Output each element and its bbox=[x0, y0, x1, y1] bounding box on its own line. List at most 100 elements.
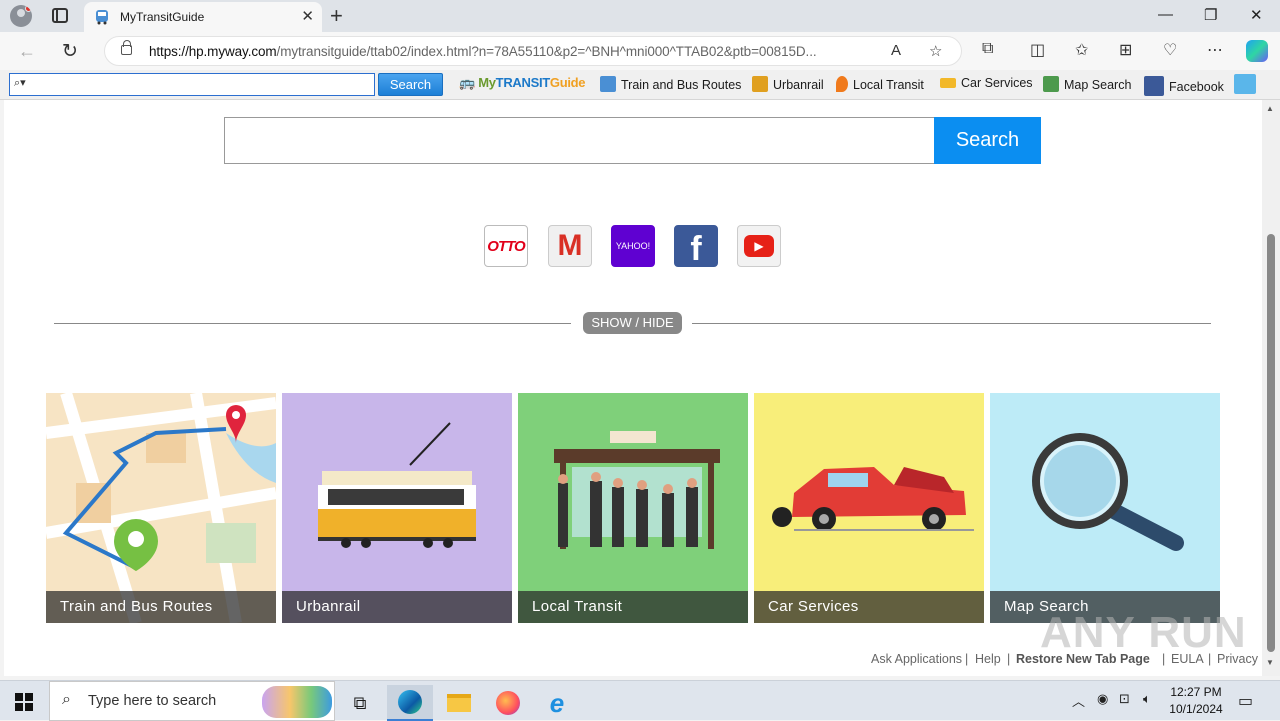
toolbar-item-label: Facebook bbox=[1169, 80, 1224, 94]
weather-icon[interactable] bbox=[1234, 74, 1256, 94]
youtube-shortcut[interactable]: ▶ bbox=[737, 225, 781, 267]
lock-icon[interactable] bbox=[121, 40, 132, 55]
logo-part-guide: Guide bbox=[549, 75, 586, 90]
minimize-button[interactable]: — bbox=[1158, 6, 1173, 23]
scrollbar-thumb[interactable] bbox=[1267, 234, 1275, 652]
url-text: https://hp.myway.com/mytransitguide/ttab… bbox=[149, 44, 817, 59]
car-icon bbox=[940, 78, 956, 88]
copilot-icon[interactable] bbox=[1246, 40, 1268, 62]
footer-link-ask-applications[interactable]: Ask Applications bbox=[871, 652, 962, 666]
close-window-button[interactable]: ✕ bbox=[1250, 6, 1263, 24]
tray-overflow-icon[interactable]: ︿ bbox=[1072, 691, 1085, 710]
performance-icon[interactable]: ♡ bbox=[1163, 40, 1177, 60]
tab-actions-icon[interactable] bbox=[52, 8, 68, 23]
task-view-icon[interactable]: ⧉ bbox=[337, 685, 383, 721]
tab-close-icon[interactable]: ✕ bbox=[301, 7, 314, 25]
more-menu-icon[interactable]: ⋯ bbox=[1207, 40, 1223, 60]
toolbar-search-input[interactable]: ⌕▾ bbox=[9, 73, 375, 96]
new-tab-button[interactable]: + bbox=[330, 3, 343, 29]
facebook-icon bbox=[1144, 76, 1164, 96]
back-arrow-icon[interactable]: ← bbox=[18, 41, 36, 62]
toolbar-item-local-transit[interactable]: Local Transit bbox=[836, 76, 924, 92]
read-aloud-icon[interactable]: A bbox=[891, 42, 901, 59]
location-pin-icon bbox=[836, 76, 848, 92]
anyrun-watermark: ANY RUN bbox=[1040, 608, 1247, 657]
system-clock[interactable]: 12:27 PM 10/1/2024 bbox=[1168, 684, 1224, 718]
toolbar-item-facebook[interactable]: Facebook bbox=[1144, 76, 1224, 96]
toolbar-item-label: Map Search bbox=[1064, 78, 1132, 92]
facebook-icon: f bbox=[690, 229, 702, 268]
toolbar-item-label: Train and Bus Routes bbox=[621, 78, 742, 92]
firefox-icon[interactable] bbox=[485, 685, 531, 721]
youtube-icon: ▶ bbox=[744, 235, 774, 257]
tile-train-bus-routes[interactable]: Train and Bus Routes bbox=[46, 393, 276, 623]
url-path: /mytransitguide/ttab02/index.html?n=78A5… bbox=[276, 44, 817, 59]
main-search-button[interactable]: Search bbox=[934, 117, 1041, 164]
extension-toolbar: ⌕▾ Search 🚌 MyTRANSITGuide Train and Bus… bbox=[0, 70, 1280, 100]
browser-tab[interactable]: MyTransitGuide ✕ bbox=[84, 2, 322, 32]
tile-car-services[interactable]: Car Services bbox=[754, 393, 984, 623]
url-field[interactable]: https://hp.myway.com/mytransitguide/ttab… bbox=[104, 36, 962, 66]
profile-icon[interactable] bbox=[10, 5, 32, 27]
tile-label: Urbanrail bbox=[282, 591, 512, 623]
facebook-shortcut[interactable]: f bbox=[674, 225, 718, 268]
mytransitguide-logo[interactable]: 🚌 MyTRANSITGuide bbox=[459, 75, 586, 91]
logo-part-my: My bbox=[478, 75, 496, 90]
toolbar-item-label: Car Services bbox=[961, 76, 1033, 90]
tile-map-search[interactable]: Map Search bbox=[990, 393, 1220, 623]
collections-icon[interactable]: ⊞ bbox=[1119, 40, 1132, 60]
toolbar-item-label: Urbanrail bbox=[773, 78, 824, 92]
route-map-illustration bbox=[46, 393, 276, 623]
tab-title: MyTransitGuide bbox=[120, 10, 205, 24]
tile-urbanrail[interactable]: Urbanrail bbox=[282, 393, 512, 623]
maximize-button[interactable]: ❐ bbox=[1204, 6, 1217, 24]
scroll-down-icon[interactable]: ▼ bbox=[1266, 658, 1274, 667]
split-screen-icon[interactable]: ◫ bbox=[1030, 40, 1045, 60]
gmail-icon: M bbox=[557, 229, 583, 262]
footer-link-help[interactable]: Help bbox=[975, 652, 1001, 666]
taskbar-search-box[interactable]: ⌕ Type here to search bbox=[49, 681, 335, 721]
toolbar-item-map-search[interactable]: Map Search bbox=[1043, 76, 1131, 92]
internet-explorer-icon[interactable]: e bbox=[534, 685, 580, 721]
yahoo-shortcut[interactable]: YAHOO! bbox=[611, 225, 655, 267]
clock-date: 10/1/2024 bbox=[1169, 702, 1223, 716]
search-highlight-icon bbox=[262, 686, 332, 718]
toolbar-item-train-bus[interactable]: Train and Bus Routes bbox=[600, 76, 741, 92]
address-bar-row: ← ↻ https://hp.myway.com/mytransitguide/… bbox=[0, 32, 1280, 70]
tram-illustration bbox=[282, 393, 512, 623]
windows-taskbar: ⌕ Type here to search ⧉ e ︿ ◉ ⊡ 🔈︎ 12:27… bbox=[0, 680, 1280, 721]
main-search-input[interactable] bbox=[224, 117, 935, 164]
network-icon[interactable]: ⊡ bbox=[1119, 691, 1130, 707]
reload-icon[interactable]: ↻ bbox=[62, 40, 78, 63]
search-icon: ⌕▾ bbox=[14, 77, 26, 89]
page-scrollbar[interactable]: ▲ ▼ bbox=[1262, 100, 1280, 676]
otto-shortcut[interactable]: OTTO bbox=[484, 225, 528, 267]
windows-start-icon[interactable] bbox=[15, 693, 33, 711]
show-hide-toggle[interactable]: SHOW / HIDE bbox=[583, 312, 682, 334]
notifications-icon[interactable]: ▭ bbox=[1238, 691, 1253, 711]
favorite-star-icon[interactable]: ☆ bbox=[929, 42, 942, 60]
gmail-shortcut[interactable]: M bbox=[548, 225, 592, 267]
tile-local-transit[interactable]: Local Transit bbox=[518, 393, 748, 623]
tram-icon bbox=[752, 76, 768, 92]
search-icon: ⌕ bbox=[62, 691, 71, 708]
bus-favicon-icon bbox=[96, 10, 108, 25]
url-host: https://hp.myway.com bbox=[149, 44, 277, 59]
map-icon bbox=[1043, 76, 1059, 92]
toolbar-search-button[interactable]: Search bbox=[378, 73, 443, 96]
edge-taskbar-icon[interactable] bbox=[387, 685, 433, 721]
volume-icon[interactable]: 🔈︎ bbox=[1143, 691, 1151, 707]
meet-now-icon[interactable]: ◉ bbox=[1097, 691, 1108, 707]
magnifier-illustration bbox=[990, 393, 1220, 623]
yahoo-logo-icon: YAHOO! bbox=[615, 241, 651, 251]
toolbar-item-label: Local Transit bbox=[853, 78, 924, 92]
file-explorer-icon[interactable] bbox=[436, 685, 482, 721]
otto-logo-icon: OTTO bbox=[487, 237, 525, 255]
scroll-up-icon[interactable]: ▲ bbox=[1266, 104, 1274, 113]
title-bar: MyTransitGuide ✕ + — ❐ ✕ bbox=[0, 0, 1280, 32]
toolbar-item-urbanrail[interactable]: Urbanrail bbox=[752, 76, 824, 92]
favorites-icon[interactable]: ✩ bbox=[1075, 40, 1088, 60]
toolbar-item-car-services[interactable]: Car Services bbox=[940, 76, 1033, 90]
bus-stop-illustration bbox=[518, 393, 748, 623]
extensions-icon[interactable]: ⧉ bbox=[982, 40, 993, 58]
